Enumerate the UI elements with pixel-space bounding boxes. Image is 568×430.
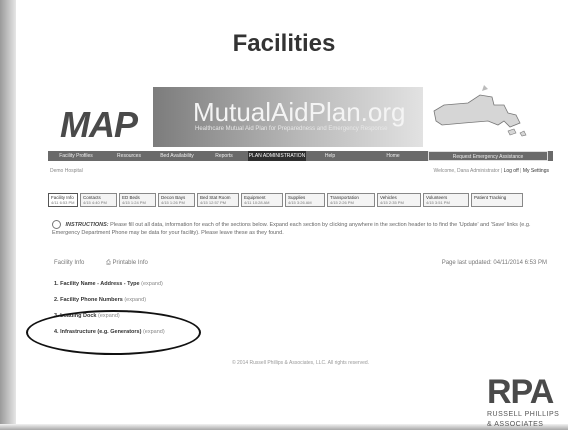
tab-bed-stat-room[interactable]: Bed Stat Room 4/15 12:57 PM — [197, 193, 239, 207]
logoff-link[interactable]: Log off — [504, 168, 519, 174]
tab-volunteers[interactable]: Volunteers 4/15 3:51 PM — [423, 193, 469, 207]
facility-info-label: Facility Info — [54, 260, 85, 266]
section-tabs: Facility Info 4/11 6:53 PM Contacts 4/15 4… — [48, 193, 553, 207]
nav-plan-administration[interactable]: PLAN ADMINISTRATION — [248, 151, 306, 161]
instructions-block: INSTRUCTIONS: Please fill out all data, … — [52, 220, 547, 237]
site-banner: MAP MutualAidPlan.org Healthcare Mutual … — [48, 75, 553, 155]
tab-vehicles[interactable]: Vehicles 4/15 2:35 PM — [377, 193, 421, 207]
utility-row: Demo Hospital Welcome, Dana Administrato… — [48, 168, 553, 176]
tab-patient-tracking[interactable]: Patient Tracking — [471, 193, 523, 207]
tab-facility-info[interactable]: Facility Info 4/11 6:53 PM — [48, 193, 78, 207]
user-links: Welcome, Dana Administrator | Log off | … — [433, 168, 549, 174]
instructions-heading: INSTRUCTIONS: — [65, 221, 109, 228]
slide-bottom-shadow — [0, 424, 568, 430]
tab-equipment[interactable]: Equipment 4/11 10:28 AM — [241, 193, 283, 207]
massachusetts-map-icon — [433, 85, 527, 137]
tab-transportation[interactable]: Transportation 4/15 2:26 PM — [327, 193, 375, 207]
nav-facility-profiles[interactable]: Facility Profiles — [50, 151, 102, 161]
tab-contacts[interactable]: Contacts 4/15 4:40 PM — [80, 193, 117, 207]
instructions-text: Please fill out all data, information fo… — [52, 221, 531, 236]
app-screenshot: MAP MutualAidPlan.org Healthcare Mutual … — [26, 75, 553, 366]
rpa-logo: RPA RUSSELL PHILLIPS & ASSOCIATES — [487, 375, 562, 429]
site-name: MutualAidPlan.org — [193, 97, 406, 127]
nav-bed-availability[interactable]: Bed Availability — [154, 151, 200, 161]
info-row: Facility Info ⎙ Printable Info Page last… — [54, 260, 549, 266]
nav-resources[interactable]: Resources — [108, 151, 150, 161]
highlight-ellipse — [26, 310, 201, 355]
expand-link: (expand) — [141, 281, 163, 287]
slide-left-shadow — [0, 0, 16, 430]
map-logo[interactable]: MAP — [60, 104, 138, 146]
welcome-text: Welcome, Dana Administrator | — [433, 168, 503, 174]
my-settings-link[interactable]: My Settings — [523, 168, 549, 174]
expand-link: (expand) — [124, 297, 147, 303]
rpa-logo-line1: RUSSELL PHILLIPS — [487, 411, 560, 418]
last-updated-text: Page last updated: 04/11/2014 6:53 PM — [441, 260, 547, 266]
tab-decon-bays[interactable]: Decon Bays 4/15 1:26 PM — [158, 193, 195, 207]
tab-ed-beds[interactable]: ED Beds 4/15 1:24 PM — [119, 193, 156, 207]
site-tagline: Healthcare Mutual Aid Plan for Preparedn… — [195, 126, 388, 132]
nav-help[interactable]: Help — [310, 151, 350, 161]
current-facility-label: Demo Hospital — [50, 168, 83, 174]
printer-icon: ⎙ — [106, 260, 111, 266]
top-navigation: Facility Profiles Resources Bed Availabi… — [48, 151, 553, 161]
section-facility-phone[interactable]: 2. Facility Phone Numbers (expand) — [54, 297, 146, 303]
tab-supplies[interactable]: Supplies 4/15 3:26 AM — [285, 193, 325, 207]
info-icon — [52, 220, 61, 229]
rpa-logo-mark: RPA — [487, 373, 554, 411]
nav-home[interactable]: Home — [378, 151, 408, 161]
slide-title: Facilities — [232, 30, 336, 57]
copyright-footer: © 2014 Russell Phillips & Associates, LL… — [231, 360, 370, 366]
section-facility-name[interactable]: 1. Facility Name - Address - Type (expan… — [54, 281, 163, 287]
request-emergency-assistance-button[interactable]: Request Emergency Assistance — [428, 151, 548, 161]
nav-reports[interactable]: Reports — [204, 151, 244, 161]
rpa-logo-line2: & ASSOCIATES — [487, 421, 544, 428]
printable-info-link[interactable]: ⎙ Printable Info — [106, 260, 148, 267]
